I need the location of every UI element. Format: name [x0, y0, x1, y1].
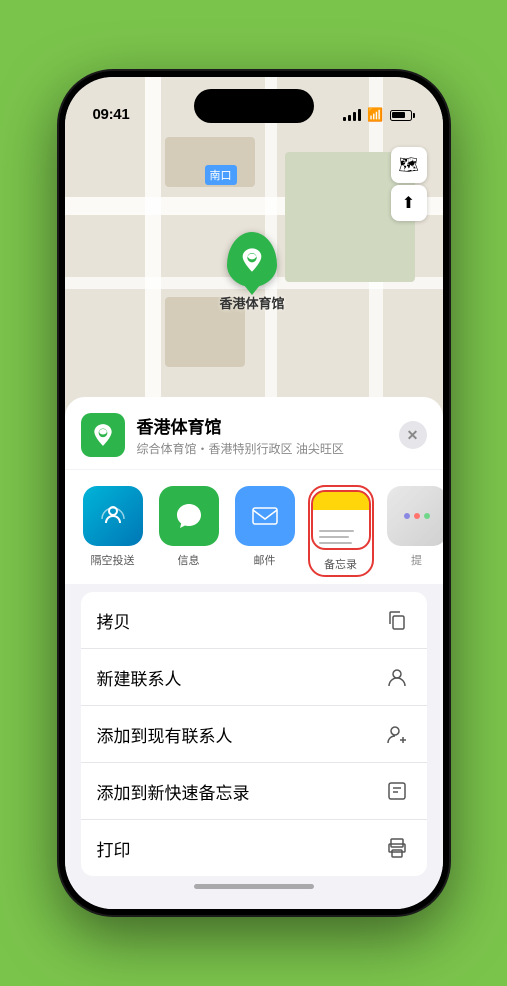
action-new-contact[interactable]: 新建联系人	[81, 649, 427, 706]
print-icon	[383, 834, 411, 862]
location-button[interactable]: ⬆	[391, 185, 427, 221]
more-label: 提	[411, 552, 422, 568]
share-item-notes[interactable]: 备忘录	[309, 486, 373, 576]
action-copy[interactable]: 拷贝	[81, 592, 427, 649]
venue-info: 香港体育馆 综合体育馆・香港特别行政区 油尖旺区	[137, 413, 399, 457]
share-item-more[interactable]: 提	[385, 486, 443, 576]
new-contact-icon	[383, 663, 411, 691]
status-icons: 📶	[343, 107, 414, 123]
action-new-contact-text: 新建联系人	[97, 665, 182, 690]
messages-icon	[159, 486, 219, 546]
messages-label: 信息	[178, 552, 200, 568]
mail-label: 邮件	[254, 552, 276, 568]
action-list: 拷贝 新建联系人	[81, 592, 427, 876]
phone-frame: 09:41 📶	[59, 71, 449, 915]
status-time: 09:41	[93, 106, 130, 123]
share-row: 隔空投送 信息	[65, 470, 443, 584]
action-print[interactable]: 打印	[81, 820, 427, 876]
share-item-airdrop[interactable]: 隔空投送	[81, 486, 145, 576]
pin-label: 香港体育馆	[220, 293, 285, 312]
venue-name: 香港体育馆	[137, 413, 399, 438]
action-add-notes-text: 添加到新快速备忘录	[97, 779, 250, 804]
add-notes-icon	[383, 777, 411, 805]
share-item-messages[interactable]: 信息	[157, 486, 221, 576]
add-contact-icon	[383, 720, 411, 748]
venue-header: 香港体育馆 综合体育馆・香港特别行政区 油尖旺区 ✕	[65, 397, 443, 469]
airdrop-icon	[83, 486, 143, 546]
map-controls: 🗺 ⬆	[391, 147, 427, 221]
venue-icon-svg	[90, 422, 116, 448]
action-print-text: 打印	[97, 836, 131, 861]
action-copy-text: 拷贝	[97, 608, 131, 633]
bottom-sheet: 香港体育馆 综合体育馆・香港特别行政区 油尖旺区 ✕ 隔空	[65, 397, 443, 909]
signal-icon	[343, 109, 361, 121]
map-type-button[interactable]: 🗺	[391, 147, 427, 183]
venue-icon	[81, 413, 125, 457]
action-add-existing[interactable]: 添加到现有联系人	[81, 706, 427, 763]
more-icon	[387, 486, 443, 546]
venue-subtitle: 综合体育馆・香港特别行政区 油尖旺区	[137, 440, 399, 457]
notes-icon	[311, 490, 371, 550]
venue-pin[interactable]: 香港体育馆	[220, 232, 285, 312]
airdrop-label: 隔空投送	[91, 552, 135, 568]
stadium-icon	[238, 246, 266, 274]
notes-label: 备忘录	[324, 556, 357, 572]
home-indicator	[194, 884, 314, 889]
close-button[interactable]: ✕	[399, 421, 427, 449]
action-add-notes[interactable]: 添加到新快速备忘录	[81, 763, 427, 820]
battery-icon	[390, 110, 415, 121]
map-label: 南口	[205, 165, 237, 185]
pin-icon-body	[227, 232, 277, 287]
share-item-mail[interactable]: 邮件	[233, 486, 297, 576]
dynamic-island	[194, 89, 314, 123]
wifi-icon: 📶	[367, 107, 383, 123]
phone-screen: 09:41 📶	[65, 77, 443, 909]
copy-icon	[383, 606, 411, 634]
mail-icon	[235, 486, 295, 546]
action-add-existing-text: 添加到现有联系人	[97, 722, 233, 747]
